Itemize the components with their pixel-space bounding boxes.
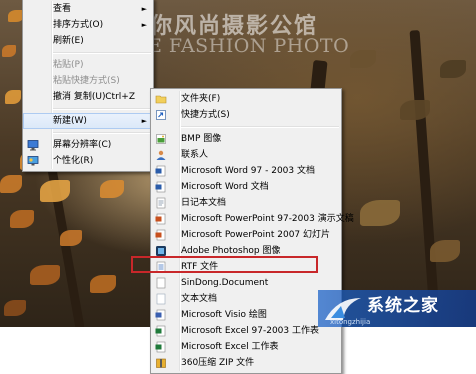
sindong-document-icon bbox=[156, 277, 166, 289]
word-document-icon bbox=[155, 181, 166, 193]
submenu-item-label: BMP 图像 bbox=[181, 134, 222, 144]
autumn-leaf bbox=[40, 180, 70, 202]
text-document-highlight-box bbox=[131, 256, 318, 273]
personalize-icon bbox=[27, 156, 39, 166]
submenu-item-label: Adobe Photoshop 图像 bbox=[181, 246, 281, 256]
shortcut-icon bbox=[156, 110, 166, 120]
autumn-leaf bbox=[60, 230, 82, 246]
menu-item-paste[interactable]: 粘贴(P) bbox=[23, 57, 153, 73]
autumn-leaf bbox=[5, 90, 21, 104]
menu-item-label: 撤消 复制(U) bbox=[53, 92, 106, 102]
word-97-document-icon bbox=[155, 165, 166, 177]
excel-worksheet-icon bbox=[155, 341, 166, 353]
submenu-item-text-document[interactable]: 文本文档 bbox=[151, 291, 341, 307]
watermark-subtitle: E FASHION PHOTO bbox=[148, 35, 350, 57]
menu-item-paste-shortcut[interactable]: 粘贴快捷方式(S) bbox=[23, 73, 153, 89]
menu-item-label: 查看 bbox=[53, 4, 72, 14]
text-document-icon bbox=[156, 293, 166, 305]
submenu-item-visio-drawing[interactable]: Microsoft Visio 绘图 bbox=[151, 307, 341, 323]
menu-item-label: 刷新(E) bbox=[53, 36, 84, 46]
submenu-item-label: Microsoft Word 97 - 2003 文档 bbox=[181, 166, 315, 176]
journal-document-icon bbox=[156, 197, 166, 209]
submenu-item-label: Microsoft Excel 97-2003 工作表 bbox=[181, 326, 319, 336]
zip-archive-icon bbox=[156, 358, 166, 368]
submenu-item-folder[interactable]: 文件夹(F) bbox=[151, 91, 341, 107]
submenu-item-label: 快捷方式(S) bbox=[181, 110, 230, 120]
submenu-arrow-icon: ► bbox=[141, 117, 147, 125]
autumn-leaf bbox=[90, 275, 116, 293]
submenu-item-sindong-document[interactable]: SinDong.Document bbox=[151, 275, 341, 291]
submenu-item-zip-archive[interactable]: 360压缩 ZIP 文件 bbox=[151, 355, 341, 371]
screen-resolution-icon bbox=[27, 140, 39, 151]
submenu-item-label: Microsoft Excel 工作表 bbox=[181, 342, 279, 352]
menu-item-label: 粘贴快捷方式(S) bbox=[53, 76, 120, 86]
menu-item-view[interactable]: 查看 ► bbox=[23, 1, 153, 17]
autumn-leaf bbox=[350, 50, 376, 68]
submenu-item-word-97-document[interactable]: Microsoft Word 97 - 2003 文档 bbox=[151, 163, 341, 179]
menu-separator bbox=[53, 52, 151, 54]
menu-item-refresh[interactable]: 刷新(E) bbox=[23, 33, 153, 49]
menu-item-label: 屏幕分辨率(C) bbox=[53, 140, 112, 150]
autumn-leaf bbox=[430, 240, 460, 262]
brand-logo-text: 系统之家 bbox=[367, 296, 439, 316]
autumn-leaf bbox=[10, 210, 34, 228]
brand-logo-subtext: xitongzhijia bbox=[330, 318, 371, 326]
visio-drawing-icon bbox=[155, 309, 166, 321]
menu-item-screen-resolution[interactable]: 屏幕分辨率(C) bbox=[23, 137, 153, 153]
menu-item-personalize[interactable]: 个性化(R) bbox=[23, 153, 153, 169]
menu-item-undo-copy[interactable]: 撤消 复制(U) Ctrl+Z bbox=[23, 89, 153, 105]
new-submenu: 文件夹(F) 快捷方式(S) BMP 图像 联系人 Microsoft Word… bbox=[150, 88, 354, 374]
desktop-context-menu: 查看 ► 排序方式(O) ► 刷新(E) 粘贴(P) 粘贴快捷方式(S) 撤消 … bbox=[22, 0, 154, 172]
submenu-item-contact[interactable]: 联系人 bbox=[151, 147, 341, 163]
submenu-item-excel-97-worksheet[interactable]: Microsoft Excel 97-2003 工作表 bbox=[151, 323, 341, 339]
powerpoint-slide-icon bbox=[155, 229, 166, 241]
submenu-item-bmp-image[interactable]: BMP 图像 bbox=[151, 131, 341, 147]
menu-item-label: 粘贴(P) bbox=[53, 60, 84, 70]
autumn-leaf bbox=[400, 100, 430, 120]
menu-separator bbox=[53, 108, 151, 110]
submenu-arrow-icon: ► bbox=[141, 21, 147, 29]
autumn-leaf bbox=[0, 175, 22, 193]
submenu-item-label: Microsoft Word 文档 bbox=[181, 182, 269, 192]
submenu-item-journal-document[interactable]: 日记本文档 bbox=[151, 195, 341, 211]
menu-item-label: 排序方式(O) bbox=[53, 20, 104, 30]
submenu-item-label: 文件夹(F) bbox=[181, 94, 221, 104]
autumn-leaf bbox=[440, 60, 466, 78]
submenu-item-word-document[interactable]: Microsoft Word 文档 bbox=[151, 179, 341, 195]
submenu-arrow-icon: ► bbox=[141, 5, 147, 13]
autumn-leaf bbox=[2, 45, 16, 57]
autumn-leaf bbox=[30, 265, 60, 285]
submenu-item-label: 文本文档 bbox=[181, 294, 218, 304]
menu-item-new[interactable]: 新建(W) ► bbox=[23, 113, 153, 129]
submenu-item-label: 360压缩 ZIP 文件 bbox=[181, 358, 255, 368]
submenu-item-label: Microsoft PowerPoint 97-2003 演示文稿 bbox=[181, 214, 354, 224]
submenu-item-label: Microsoft PowerPoint 2007 幻灯片 bbox=[181, 230, 331, 240]
submenu-item-label: Microsoft Visio 绘图 bbox=[181, 310, 267, 320]
menu-separator bbox=[181, 126, 339, 128]
submenu-item-powerpoint-97-presentation[interactable]: Microsoft PowerPoint 97-2003 演示文稿 bbox=[151, 211, 354, 227]
submenu-item-powerpoint-slide[interactable]: Microsoft PowerPoint 2007 幻灯片 bbox=[151, 227, 341, 243]
submenu-item-label: SinDong.Document bbox=[181, 278, 269, 288]
autumn-leaf bbox=[100, 180, 124, 198]
submenu-item-label: 联系人 bbox=[181, 150, 209, 160]
folder-icon bbox=[155, 95, 167, 104]
submenu-item-excel-worksheet[interactable]: Microsoft Excel 工作表 bbox=[151, 339, 341, 355]
submenu-item-label: 日记本文档 bbox=[181, 198, 227, 208]
menu-item-label: 新建(W) bbox=[53, 116, 87, 126]
menu-separator bbox=[53, 132, 151, 134]
submenu-item-shortcut[interactable]: 快捷方式(S) bbox=[151, 107, 341, 123]
autumn-leaf bbox=[360, 200, 400, 226]
autumn-leaf bbox=[4, 300, 26, 316]
contact-icon bbox=[156, 150, 166, 160]
menu-item-label: 个性化(R) bbox=[53, 156, 94, 166]
menu-item-shortcut: Ctrl+Z bbox=[105, 92, 135, 102]
tree-trunk bbox=[409, 30, 441, 327]
bmp-image-icon bbox=[156, 134, 166, 144]
menu-item-sort-by[interactable]: 排序方式(O) ► bbox=[23, 17, 153, 33]
powerpoint-97-presentation-icon bbox=[155, 213, 166, 225]
